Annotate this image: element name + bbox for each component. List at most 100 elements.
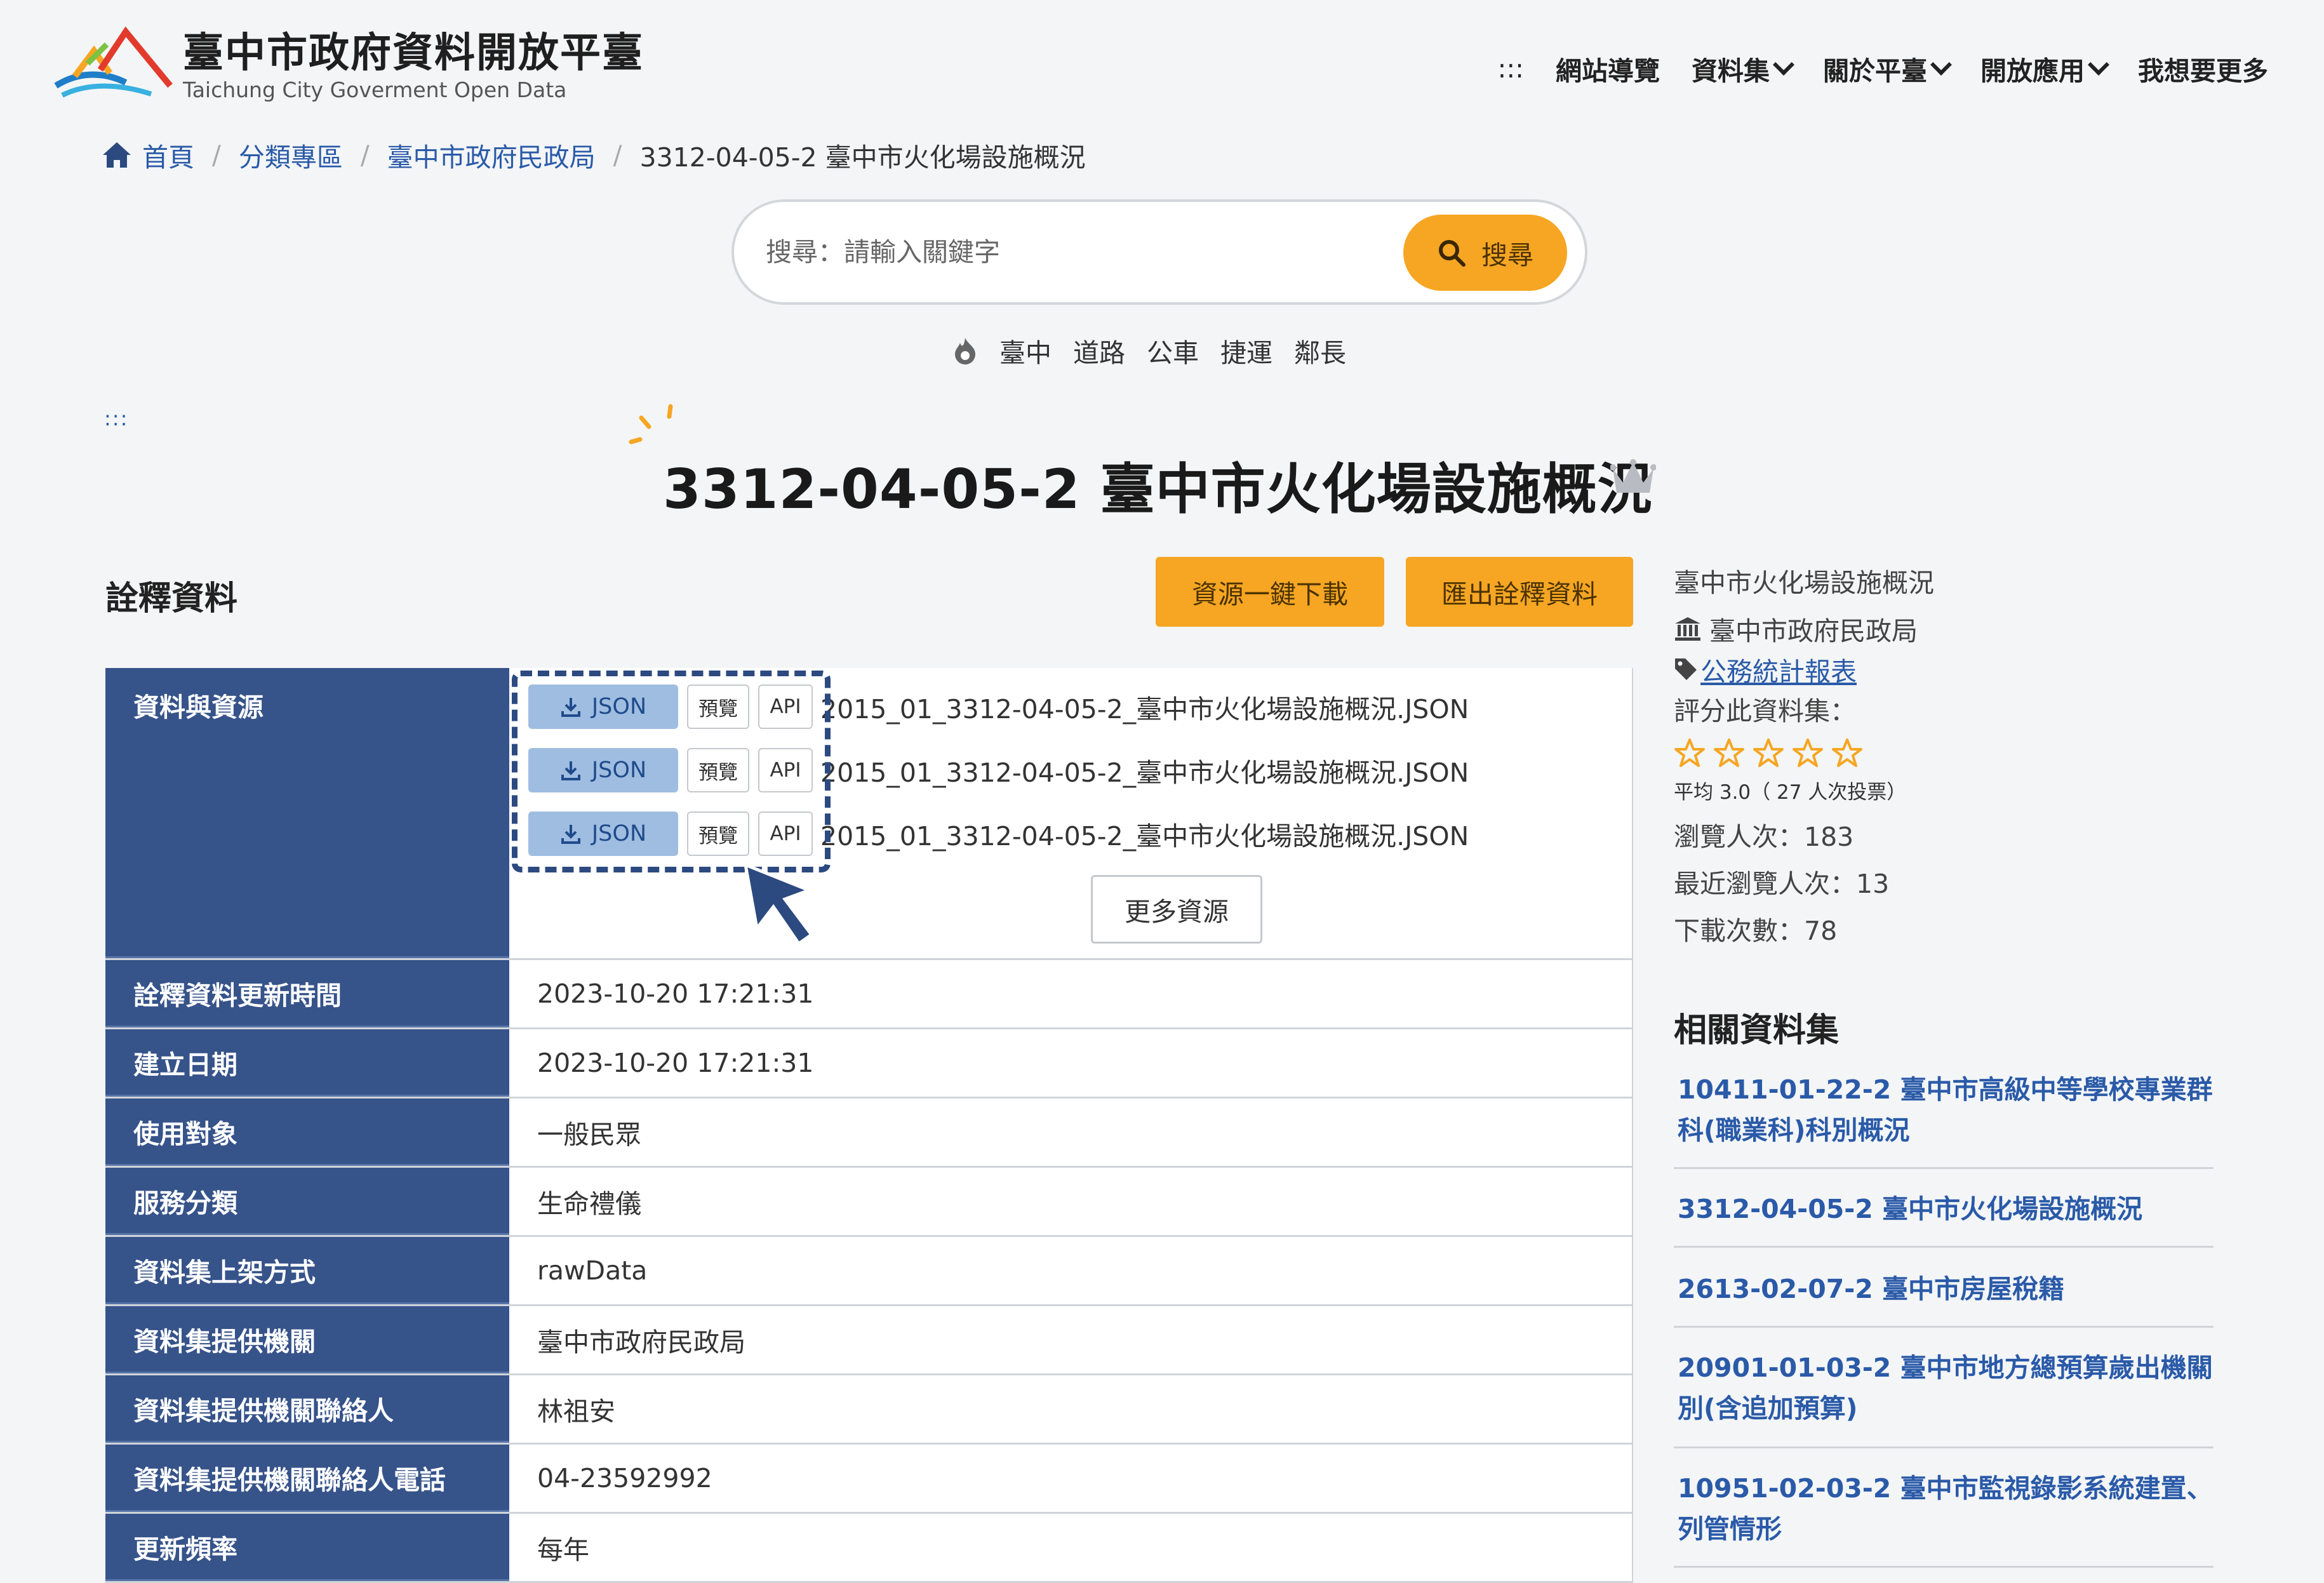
nav-sitemap-label: 網站導覽 bbox=[1556, 56, 1660, 86]
rating-summary: 平均 3.0（ 27 人次投票） bbox=[1674, 781, 1907, 804]
table-key-label: 更新頻率 bbox=[133, 1533, 237, 1565]
table-row: 使用對象 一般民眾 bbox=[105, 1099, 1633, 1168]
crown-icon bbox=[1610, 459, 1656, 493]
hot-tag[interactable]: 捷運 bbox=[1220, 331, 1272, 370]
nav-applications[interactable]: 開放應用 bbox=[1980, 50, 2109, 88]
table-value-text: 林祖安 bbox=[537, 1396, 615, 1427]
table-value: 一般民眾 bbox=[509, 1099, 1633, 1166]
resource-name[interactable]: 2015_01_3312-04-05-2_臺中市火化場設施概況.JSON bbox=[820, 751, 1469, 789]
star-outline-icon[interactable] bbox=[1713, 738, 1745, 768]
table-key: 資料集提供機關 bbox=[105, 1306, 509, 1373]
search-bar: 搜尋 bbox=[731, 199, 1587, 305]
star-outline-icon[interactable] bbox=[1792, 738, 1824, 768]
related-dataset-link[interactable]: 10411-01-22-2 臺中市高級中等學校專業群科(職業科)科別概況 bbox=[1678, 1069, 2214, 1151]
breadcrumb-separator: / bbox=[613, 140, 622, 170]
building-icon bbox=[1675, 617, 1700, 641]
table-value-text: 生命禮儀 bbox=[537, 1189, 641, 1219]
export-metadata-button[interactable]: 匯出詮釋資料 bbox=[1406, 557, 1633, 627]
sidebar-agency: 臺中市政府民政局 bbox=[1674, 610, 1918, 648]
related-dataset-link[interactable]: 20901-01-03-2 臺中市地方總預算歲出機關別(含追加預算) bbox=[1678, 1347, 2214, 1429]
table-key-label: 資料集提供機關聯絡人電話 bbox=[133, 1464, 446, 1495]
table-key: 資料與資源 bbox=[105, 668, 509, 958]
table-value-text: 2023-10-20 17:21:31 bbox=[537, 1048, 814, 1078]
table-key: 資料集提供機關聯絡人 bbox=[105, 1375, 509, 1443]
hot-tag[interactable]: 鄰長 bbox=[1294, 331, 1346, 370]
table-value: 林祖安 bbox=[509, 1375, 1633, 1443]
table-key: 資料集提供機關聯絡人電話 bbox=[105, 1445, 509, 1512]
search-input[interactable] bbox=[765, 229, 1402, 276]
star-outline-icon[interactable] bbox=[1753, 738, 1784, 768]
nav-datasets[interactable]: 資料集 bbox=[1692, 50, 1794, 88]
table-value: 臺中市政府民政局 bbox=[509, 1306, 1633, 1373]
nav-applications-label: 開放應用 bbox=[1980, 56, 2085, 86]
nav-accesskey[interactable]: ::: bbox=[1498, 53, 1524, 84]
recent-view-count: 最近瀏覽人次：13 bbox=[1674, 869, 1890, 899]
related-datasets-title: 相關資料集 bbox=[1674, 1012, 1840, 1050]
download-all-button[interactable]: 資源一鍵下載 bbox=[1156, 557, 1384, 627]
nav-about-label: 關於平臺 bbox=[1823, 56, 1927, 86]
sparkle-icon bbox=[629, 404, 673, 444]
table-key: 服務分類 bbox=[105, 1168, 509, 1235]
divider bbox=[1674, 1566, 2214, 1568]
table-row: 資料集提供機關聯絡人電話 04-23592992 bbox=[105, 1445, 1633, 1514]
breadcrumb-separator: / bbox=[360, 140, 370, 170]
table-value: rawData bbox=[509, 1237, 1633, 1304]
chevron-down-icon bbox=[1930, 54, 1952, 76]
breadcrumb-agency[interactable]: 臺中市政府民政局 bbox=[387, 136, 596, 174]
nav-sitemap[interactable]: 網站導覽 bbox=[1556, 50, 1660, 88]
table-value-text: rawData bbox=[537, 1255, 648, 1286]
table-row: 資料集提供機關聯絡人 林祖安 bbox=[105, 1375, 1633, 1445]
table-key-label: 資料與資源 bbox=[133, 692, 264, 723]
site-logo[interactable] bbox=[50, 25, 177, 102]
hot-tag[interactable]: 公車 bbox=[1147, 331, 1199, 370]
more-resources-button[interactable]: 更多資源 bbox=[1091, 875, 1262, 944]
home-icon bbox=[103, 142, 131, 168]
star-outline-icon[interactable] bbox=[1674, 738, 1706, 768]
highlight-box bbox=[512, 671, 831, 872]
table-key-label: 詮釋資料更新時間 bbox=[133, 980, 342, 1011]
chevron-down-icon bbox=[2088, 54, 2109, 76]
hot-tag[interactable]: 臺中 bbox=[999, 331, 1052, 370]
table-value-text: 04-23592992 bbox=[537, 1463, 712, 1493]
divider bbox=[1674, 1246, 2214, 1248]
table-value-text: 臺中市政府民政局 bbox=[537, 1327, 745, 1358]
star-outline-icon[interactable] bbox=[1831, 738, 1863, 768]
table-key-label: 資料集提供機關 bbox=[133, 1326, 316, 1357]
breadcrumb-separator: / bbox=[212, 140, 221, 170]
cursor-arrow-icon bbox=[743, 862, 814, 946]
tag-icon bbox=[1675, 658, 1697, 680]
hot-keywords: 臺中 道路 公車 捷運 鄰長 bbox=[952, 331, 1346, 370]
nav-about[interactable]: 關於平臺 bbox=[1823, 50, 1952, 88]
hot-tag[interactable]: 道路 bbox=[1073, 331, 1125, 370]
content-accesskey[interactable]: ::: bbox=[104, 406, 128, 431]
nav-want-more[interactable]: 我想要更多 bbox=[2138, 50, 2268, 88]
site-title[interactable]: 臺中市政府資料開放平臺 bbox=[183, 20, 644, 79]
table-key-label: 資料集提供機關聯絡人 bbox=[133, 1395, 394, 1426]
search-button[interactable]: 搜尋 bbox=[1403, 215, 1567, 291]
fire-icon bbox=[955, 338, 975, 364]
sidebar-tag[interactable]: 公務統計報表 bbox=[1674, 650, 1857, 688]
view-count: 瀏覽人次：183 bbox=[1674, 822, 1854, 852]
rating-stars[interactable] bbox=[1674, 738, 1863, 768]
section-title-metadata: 詮釋資料 bbox=[105, 580, 238, 618]
breadcrumb-current: 3312-04-05-2 臺中市火化場設施概況 bbox=[639, 142, 1086, 173]
breadcrumb-home[interactable]: 首頁 bbox=[142, 136, 194, 174]
related-dataset-link[interactable]: 2613-02-07-2 臺中市房屋稅籍 bbox=[1678, 1269, 2214, 1309]
divider bbox=[1674, 1167, 2214, 1169]
related-dataset-link[interactable]: 3312-04-05-2 臺中市火化場設施概況 bbox=[1678, 1189, 2214, 1229]
divider bbox=[1674, 1326, 2214, 1328]
resource-name[interactable]: 2015_01_3312-04-05-2_臺中市火化場設施概況.JSON bbox=[820, 688, 1469, 726]
table-value: 04-23592992 bbox=[509, 1445, 1633, 1512]
table-row-resources: 資料與資源 JSON 預覽 API 2015_01_3312-04-05-2_臺… bbox=[105, 668, 1633, 960]
table-key-label: 資料集上架方式 bbox=[133, 1257, 316, 1288]
nav-datasets-label: 資料集 bbox=[1692, 56, 1770, 86]
search-icon bbox=[1439, 240, 1466, 267]
table-key-label: 使用對象 bbox=[133, 1118, 237, 1149]
related-dataset-link[interactable]: 10951-02-03-2 臺中市監視錄影系統建置、列管情形 bbox=[1678, 1468, 2214, 1549]
breadcrumb-category[interactable]: 分類專區 bbox=[239, 136, 343, 174]
resource-name[interactable]: 2015_01_3312-04-05-2_臺中市火化場設施概況.JSON bbox=[820, 815, 1469, 853]
rate-label: 評分此資料集： bbox=[1674, 696, 1856, 726]
table-key: 詮釋資料更新時間 bbox=[105, 960, 509, 1027]
table-key: 使用對象 bbox=[105, 1099, 509, 1166]
table-key: 更新頻率 bbox=[105, 1514, 509, 1581]
